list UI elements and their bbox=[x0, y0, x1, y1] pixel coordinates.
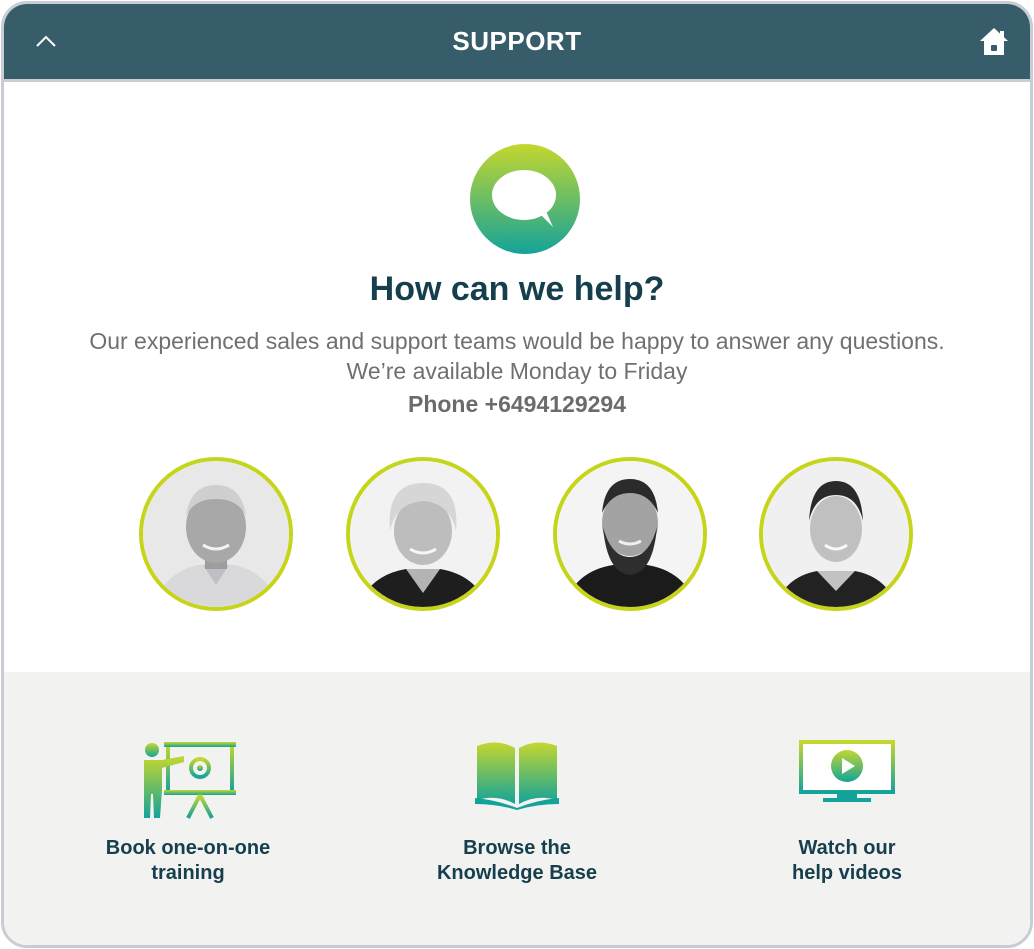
phone-number: Phone +6494129294 bbox=[407, 391, 627, 417]
description-line-1: Our experienced sales and support teams … bbox=[89, 328, 945, 354]
open-book-icon bbox=[475, 742, 559, 810]
header-title: SUPPORT bbox=[452, 26, 582, 56]
video-monitor-icon bbox=[799, 740, 895, 802]
team-member-photo-4 bbox=[759, 457, 913, 611]
knowledge-base-button[interactable]: Browse the Knowledge Base bbox=[377, 672, 657, 945]
help-options: Book one-on-one training Browse the Know… bbox=[4, 672, 1030, 945]
page-title: How can we help? bbox=[369, 270, 665, 308]
team-member-photo-3 bbox=[553, 457, 707, 611]
presentation-training-icon bbox=[144, 738, 236, 819]
support-description: Our experienced sales and support teams … bbox=[4, 326, 1030, 386]
team-member-photo-1 bbox=[139, 457, 293, 611]
contact-section: How can we help? Our experienced sales a… bbox=[4, 82, 1030, 672]
support-header: SUPPORT bbox=[4, 4, 1030, 82]
knowledge-base-label: Browse the Knowledge Base bbox=[436, 837, 598, 884]
book-training-label: Book one-on-one training bbox=[105, 837, 271, 884]
book-training-button[interactable]: Book one-on-one training bbox=[48, 672, 328, 945]
home-icon bbox=[980, 28, 1008, 55]
description-line-2: We’re available Monday to Friday bbox=[346, 358, 688, 384]
chat-bubble-icon bbox=[470, 144, 580, 254]
help-videos-button[interactable]: Watch our help videos bbox=[707, 672, 987, 945]
support-panel: SUPPORT How can we help? Our experienced bbox=[1, 1, 1033, 948]
team-member-photo-2 bbox=[346, 457, 500, 611]
help-videos-label: Watch our help videos bbox=[791, 837, 903, 884]
home-button[interactable] bbox=[976, 24, 1012, 60]
